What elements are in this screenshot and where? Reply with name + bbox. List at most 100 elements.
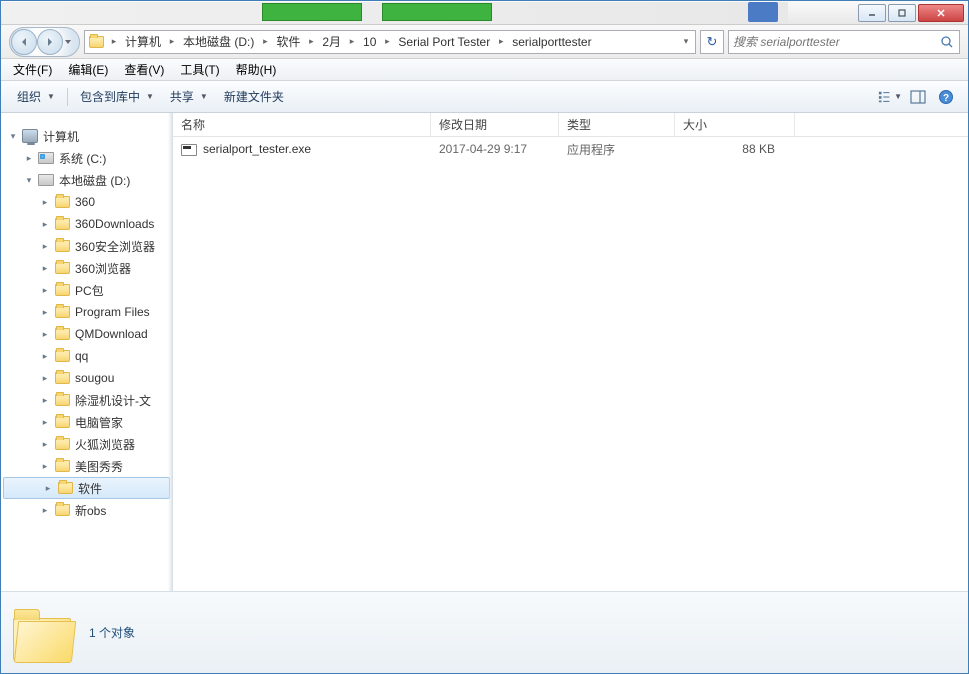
forward-button[interactable] [37, 29, 63, 55]
tree-label: 360安全浏览器 [75, 238, 155, 255]
breadcrumb-segment[interactable]: 计算机 [121, 31, 165, 53]
tree-folder-item[interactable]: ▸ 360安全浏览器 [1, 235, 172, 257]
breadcrumb-segment[interactable]: 10 [359, 31, 380, 53]
tree-folder-item[interactable]: ▸QMDownload [1, 323, 172, 345]
tree-folder-item[interactable]: ▸火狐浏览器 [1, 433, 172, 455]
tree-folder-item[interactable]: ▸sougou [1, 367, 172, 389]
tree-drive-d[interactable]: ▾ 本地磁盘 (D:) [1, 169, 172, 191]
breadcrumb-arrow[interactable]: ▸ [258, 31, 272, 53]
tree-label: 本地磁盘 (D:) [59, 172, 130, 189]
tree-toggle-icon[interactable]: ▸ [39, 372, 51, 384]
tree-folder-item[interactable]: ▸Program Files [1, 301, 172, 323]
tree-toggle-icon[interactable]: ▸ [39, 284, 51, 296]
navigation-pane[interactable]: ▾ 计算机 ▸系统 (C:) ▾ 本地磁盘 (D:) ▸ 360 ▸ 360Downloa… [1, 113, 173, 591]
preview-pane-button[interactable] [906, 85, 930, 109]
organize-button[interactable]: 组织▼ [9, 84, 63, 109]
tree-toggle-icon[interactable]: ▸ [23, 152, 35, 164]
breadcrumb-segment[interactable]: Serial Port Tester [394, 31, 494, 53]
menu-tools[interactable]: 工具(T) [172, 59, 227, 80]
computer-icon [21, 128, 39, 144]
menu-view[interactable]: 查看(V) [116, 59, 172, 80]
breadcrumb-arrow[interactable]: ▸ [107, 31, 121, 53]
tree-toggle-icon[interactable]: ▸ [39, 240, 51, 252]
tree-folder-item[interactable]: ▸ 360 [1, 191, 172, 213]
column-headers: 名称 修改日期 类型 大小 [173, 113, 968, 137]
background-ad-2 [382, 3, 492, 21]
menu-file[interactable]: 文件(F) [5, 59, 60, 80]
breadcrumb-arrow[interactable]: ▸ [380, 31, 394, 53]
titlebar[interactable] [1, 1, 968, 25]
content-area: ▾ 计算机 ▸系统 (C:) ▾ 本地磁盘 (D:) ▸ 360 ▸ 360Downloa… [1, 113, 968, 591]
file-row[interactable]: serialport_tester.exe2017-04-29 9:17应用程序… [173, 137, 968, 161]
breadcrumb-arrow[interactable]: ▸ [304, 31, 318, 53]
tree-toggle-icon[interactable]: ▸ [39, 218, 51, 230]
sidebar-resize-handle[interactable] [168, 113, 172, 591]
menu-help[interactable]: 帮助(H) [228, 59, 285, 80]
include-in-library-button[interactable]: 包含到库中▼ [72, 84, 162, 109]
tree-label: 计算机 [43, 128, 79, 145]
close-button[interactable] [918, 4, 964, 22]
tree-toggle-icon[interactable]: ▾ [23, 174, 35, 186]
tree-folder-item[interactable]: ▸新obs [1, 499, 172, 521]
share-button[interactable]: 共享▼ [162, 84, 216, 109]
tree-toggle-icon[interactable]: ▸ [39, 416, 51, 428]
tree-toggle-icon[interactable]: ▾ [7, 130, 19, 142]
minimize-button[interactable] [858, 4, 886, 22]
tree-drive-c[interactable]: ▸系统 (C:) [1, 147, 172, 169]
breadcrumb-segment[interactable]: 2月 [318, 31, 345, 53]
tree-label: 360Downloads [75, 217, 154, 231]
tree-folder-item[interactable]: ▸美图秀秀 [1, 455, 172, 477]
breadcrumb-segment[interactable]: 软件 [272, 31, 304, 53]
breadcrumb-dropdown[interactable]: ▾ [679, 31, 693, 53]
new-folder-button[interactable]: 新建文件夹 [216, 84, 292, 109]
refresh-button[interactable]: ↻ [700, 30, 724, 54]
tree-toggle-icon[interactable]: ▸ [39, 394, 51, 406]
tree-folder-item[interactable]: ▸PC包 [1, 279, 172, 301]
tree-computer[interactable]: ▾ 计算机 [1, 125, 172, 147]
tree-label: 360 [75, 195, 95, 209]
tree-toggle-icon[interactable]: ▸ [39, 460, 51, 472]
folder-icon [56, 480, 74, 496]
breadcrumb-arrow[interactable]: ▸ [494, 31, 508, 53]
tree-toggle-icon[interactable]: ▸ [39, 306, 51, 318]
tree-folder-item[interactable]: ▸除湿机设计-文 [1, 389, 172, 411]
column-name[interactable]: 名称 [173, 113, 431, 136]
tree-folder-item[interactable]: ▸软件 [3, 477, 170, 499]
file-date-cell: 2017-04-29 9:17 [431, 140, 559, 158]
tree-toggle-icon[interactable]: ▸ [39, 328, 51, 340]
organize-label: 组织 [17, 88, 41, 105]
breadcrumb-arrow[interactable]: ▸ [345, 31, 359, 53]
maximize-button[interactable] [888, 4, 916, 22]
file-list[interactable]: 名称 修改日期 类型 大小 serialport_tester.exe2017-… [173, 113, 968, 591]
column-type[interactable]: 类型 [559, 113, 675, 136]
tree-toggle-icon[interactable]: ▸ [39, 438, 51, 450]
breadcrumb-segment[interactable]: 本地磁盘 (D:) [179, 31, 258, 53]
column-size[interactable]: 大小 [675, 113, 795, 136]
help-button[interactable]: ? [934, 85, 958, 109]
file-size-cell: 88 KB [675, 140, 795, 158]
tree-toggle-icon[interactable]: ▸ [39, 350, 51, 362]
breadcrumb-segment[interactable]: serialporttester [508, 31, 595, 53]
nav-history-dropdown[interactable] [63, 38, 73, 46]
tree-folder-item[interactable]: ▸360浏览器 [1, 257, 172, 279]
search-input[interactable] [733, 35, 939, 49]
tree-toggle-icon[interactable]: ▸ [42, 482, 54, 494]
menu-edit[interactable]: 编辑(E) [60, 59, 116, 80]
tree-folder-item[interactable]: ▸qq [1, 345, 172, 367]
column-date[interactable]: 修改日期 [431, 113, 559, 136]
search-box[interactable] [728, 30, 960, 54]
tree-toggle-icon[interactable]: ▸ [39, 196, 51, 208]
breadcrumb-arrow[interactable]: ▸ [165, 31, 179, 53]
tree-toggle-icon[interactable]: ▸ [39, 504, 51, 516]
search-icon[interactable] [939, 34, 955, 50]
folder-icon [53, 436, 71, 452]
tree-folder-item[interactable]: ▸ 360Downloads [1, 213, 172, 235]
folder-icon [53, 238, 71, 254]
breadcrumb-bar[interactable]: ▸ 计算机 ▸ 本地磁盘 (D:) ▸ 软件 ▸ 2月 ▸ 10 ▸ Seria… [84, 30, 696, 54]
svg-text:?: ? [943, 93, 949, 104]
folder-icon [53, 348, 71, 364]
tree-folder-item[interactable]: ▸电脑管家 [1, 411, 172, 433]
view-options-button[interactable]: ▼ [878, 85, 902, 109]
back-button[interactable] [11, 29, 37, 55]
tree-toggle-icon[interactable]: ▸ [39, 262, 51, 274]
